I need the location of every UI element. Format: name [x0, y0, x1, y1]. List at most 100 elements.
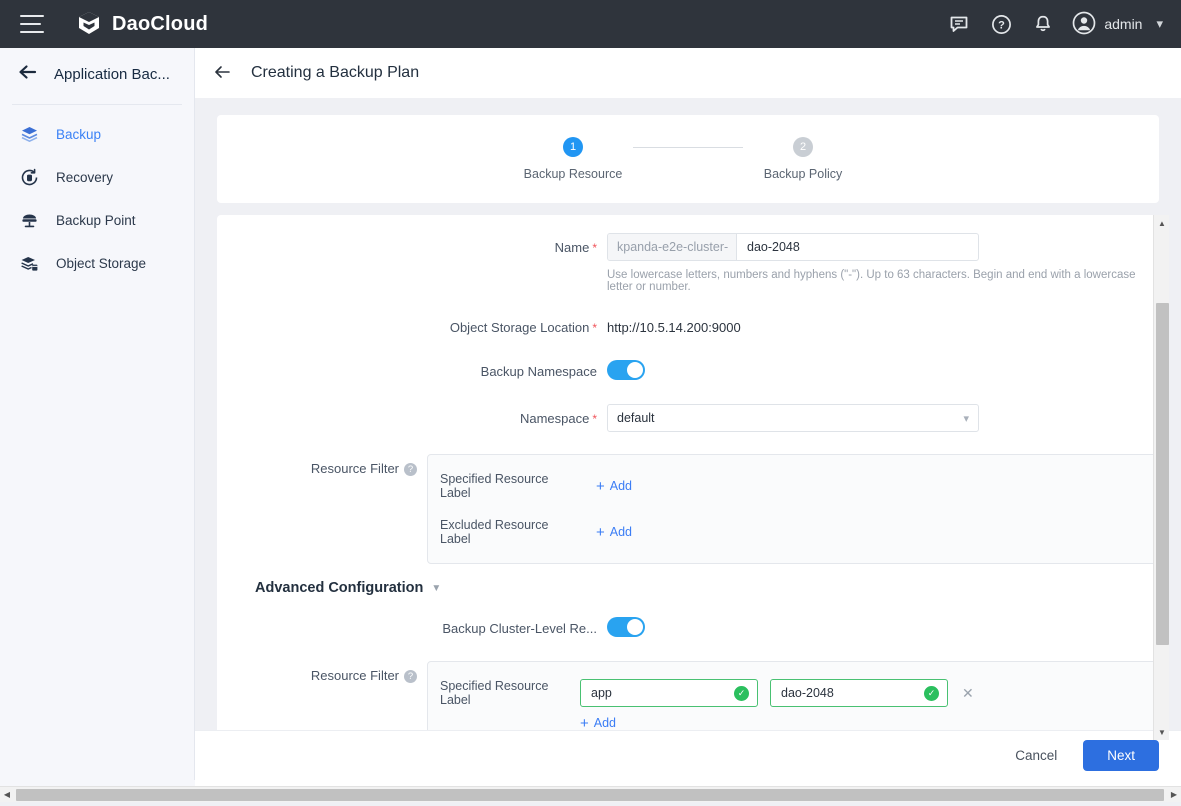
scroll-up-arrow-icon[interactable]: ▲ [1154, 215, 1170, 231]
server-icon [18, 210, 40, 232]
object-storage-icon [18, 253, 40, 275]
field-label: Backup Cluster-Level Re... [217, 614, 607, 636]
step-label: Backup Resource [524, 167, 623, 181]
plus-icon: + [580, 716, 589, 731]
form-scroll-area: 1 Backup Resource 2 Backup Policy Name* [195, 98, 1181, 728]
required-marker: * [592, 412, 597, 426]
name-value[interactable]: dao-2048 [737, 234, 978, 260]
help-icon[interactable]: ? [984, 7, 1018, 41]
required-marker: * [592, 241, 597, 255]
namespace-select[interactable]: default ▾ [607, 404, 979, 432]
user-menu[interactable]: admin ▾ [1072, 11, 1163, 38]
field-object-storage-location: Object Storage Location* http://10.5.14.… [217, 313, 1159, 335]
chevron-down-icon: ▾ [963, 412, 969, 425]
sidebar-item-label: Backup Point [56, 213, 136, 228]
field-label: Name* [217, 233, 607, 255]
brand-name: DaoCloud [112, 13, 208, 36]
bell-icon[interactable] [1026, 7, 1060, 41]
scroll-down-arrow-icon[interactable]: ▼ [1154, 724, 1170, 740]
horizontal-scrollbar-thumb[interactable] [16, 789, 1164, 801]
svg-text:?: ? [998, 19, 1005, 31]
page-header: Creating a Backup Plan [195, 48, 1181, 98]
valid-check-icon: ✓ [924, 686, 939, 701]
plus-icon: + [596, 525, 605, 540]
name-label: Name [555, 240, 590, 255]
chat-icon[interactable] [942, 7, 976, 41]
user-name: admin [1104, 16, 1142, 32]
chevron-down-icon[interactable]: ▼ [431, 583, 441, 594]
sidebar-title: Application Bac... [54, 66, 170, 83]
toggle-knob [627, 362, 643, 378]
advanced-configuration-title: Advanced Configuration [255, 580, 423, 596]
content-area: Creating a Backup Plan 1 Backup Resource… [195, 48, 1181, 780]
vertical-scrollbar[interactable]: ▲ ▼ [1153, 215, 1169, 740]
object-storage-location-value: http://10.5.14.200:9000 [607, 313, 1159, 335]
vertical-scrollbar-thumb[interactable] [1156, 303, 1169, 645]
sidebar-item-backup[interactable]: Backup [0, 113, 194, 156]
plus-icon: + [596, 479, 605, 494]
backup-namespace-toggle[interactable] [607, 360, 645, 380]
sidebar-item-label: Backup [56, 127, 101, 142]
scroll-left-arrow-icon[interactable]: ◀ [0, 787, 14, 802]
page-back-arrow-icon[interactable] [213, 64, 233, 83]
step-backup-resource[interactable]: 1 Backup Resource [513, 137, 633, 181]
row-label: Specified Resource Label [440, 472, 580, 500]
object-storage-location-label: Object Storage Location [450, 320, 589, 335]
add-label: Add [610, 525, 632, 539]
specified-resource-label-row: Specified Resource Label app ✓ dao-2048 [428, 676, 1158, 710]
row-label: Specified Resource Label [440, 679, 580, 707]
sidebar-item-label: Object Storage [56, 256, 146, 271]
sidebar: Application Bac... Backup Recov [0, 48, 195, 780]
backup-resource-form: Name* kpanda-e2e-cluster- dao-2048 Use l… [217, 215, 1159, 771]
back-arrow-icon[interactable] [18, 64, 38, 84]
step-backup-policy[interactable]: 2 Backup Policy [743, 137, 863, 181]
top-navigation-bar: DaoCloud ? [0, 0, 1181, 48]
sidebar-item-backup-point[interactable]: Backup Point [0, 199, 194, 242]
label-key-input[interactable]: app ✓ [580, 679, 758, 707]
excluded-resource-label-row: Excluded Resource Label + Add [428, 515, 1158, 549]
field-label: Namespace* [217, 404, 607, 426]
page-title: Creating a Backup Plan [251, 64, 419, 82]
field-label: Resource Filter? [217, 454, 427, 476]
advanced-configuration-header[interactable]: Advanced Configuration ▼ [217, 580, 1159, 596]
help-tooltip-icon[interactable]: ? [404, 670, 417, 683]
backup-cluster-level-toggle[interactable] [607, 617, 645, 637]
layers-icon [18, 124, 40, 146]
field-name: Name* kpanda-e2e-cluster- dao-2048 Use l… [217, 233, 1159, 293]
avatar [1072, 11, 1096, 38]
namespace-selected-value: default [617, 411, 963, 425]
help-tooltip-icon[interactable]: ? [404, 463, 417, 476]
next-button[interactable]: Next [1083, 740, 1159, 771]
field-backup-namespace: Backup Namespace [217, 357, 1159, 380]
cancel-button[interactable]: Cancel [1015, 748, 1057, 763]
app-root: DaoCloud ? [0, 0, 1181, 806]
field-label: Resource Filter? [217, 661, 427, 683]
label-value-input[interactable]: dao-2048 ✓ [770, 679, 948, 707]
required-marker: * [592, 321, 597, 335]
row-label: Excluded Resource Label [440, 518, 580, 546]
field-namespace: Namespace* default ▾ [217, 404, 1159, 432]
scroll-right-arrow-icon[interactable]: ▶ [1167, 787, 1181, 802]
sidebar-item-object-storage[interactable]: Object Storage [0, 242, 194, 285]
horizontal-scrollbar[interactable]: ◀ ▶ [0, 786, 1181, 802]
sidebar-item-recovery[interactable]: Recovery [0, 156, 194, 199]
add-excluded-resource-label-button[interactable]: + Add [596, 525, 632, 540]
stepper-connector [633, 147, 743, 148]
field-resource-filter: Resource Filter? Specified Resource Labe… [217, 454, 1159, 564]
sidebar-item-label: Recovery [56, 170, 113, 185]
valid-check-icon: ✓ [734, 686, 749, 701]
sidebar-back-header[interactable]: Application Bac... [0, 48, 194, 100]
name-hint: Use lowercase letters, numbers and hyphe… [607, 269, 1159, 293]
brand-logo[interactable]: DaoCloud [76, 10, 208, 39]
add-specified-resource-label-button[interactable]: +Add [596, 479, 632, 494]
hamburger-menu-icon[interactable] [20, 15, 44, 33]
field-backup-cluster-level: Backup Cluster-Level Re... [217, 614, 1159, 637]
add-advanced-specified-label-button[interactable]: +Add [580, 716, 616, 731]
chevron-down-icon[interactable]: ▾ [1156, 16, 1163, 32]
label-key-value: app [591, 686, 734, 700]
form-footer: Cancel Next [195, 730, 1181, 780]
restore-icon [18, 167, 40, 189]
remove-label-row-icon[interactable]: ✕ [962, 685, 974, 702]
daocloud-cube-icon [76, 10, 102, 39]
name-input[interactable]: kpanda-e2e-cluster- dao-2048 [607, 233, 979, 261]
